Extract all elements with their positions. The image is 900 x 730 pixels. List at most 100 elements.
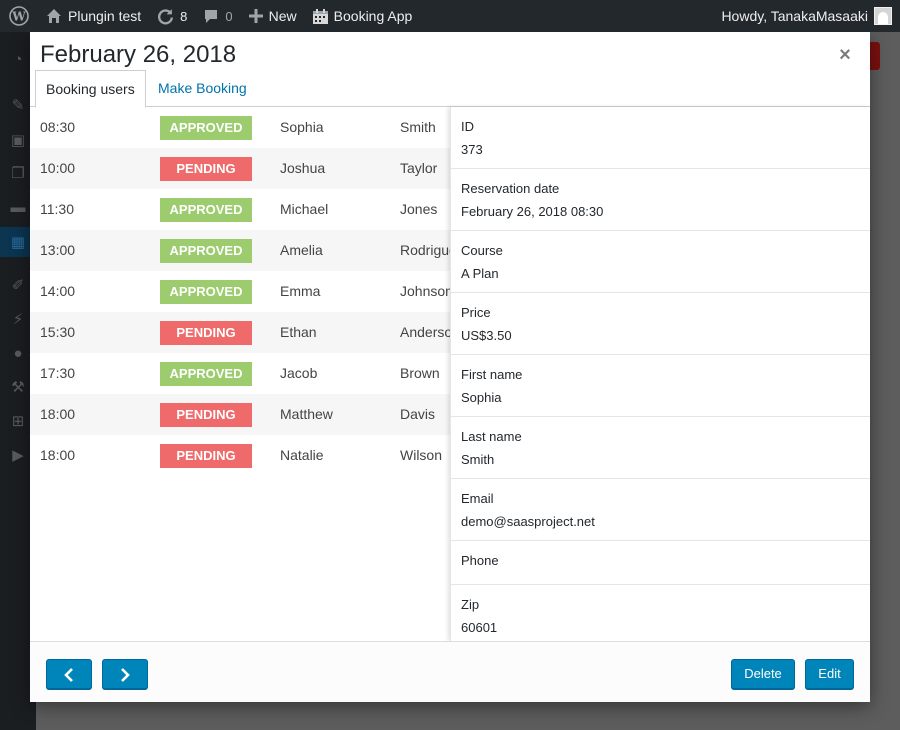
users-icon: ●	[13, 344, 23, 362]
tools-icon: ⚒	[11, 379, 25, 396]
booking-row[interactable]: 18:00 PENDING Matthew Davis	[30, 394, 450, 435]
first-name: Emma	[280, 283, 321, 299]
plus-icon	[248, 9, 263, 23]
calendar-icon	[312, 8, 328, 24]
first-name: Joshua	[280, 160, 326, 176]
last-name: Wilson	[400, 447, 443, 463]
avatar	[874, 7, 892, 25]
status-badge: APPROVED	[160, 198, 252, 222]
last-name: Johnson	[400, 283, 450, 299]
booking-row[interactable]: 17:30 APPROVED Jacob Brown	[30, 353, 450, 394]
comments-link[interactable]: 0	[195, 0, 240, 32]
new-label: New	[268, 8, 297, 24]
next-button[interactable]	[102, 659, 148, 689]
booking-time: 15:30	[40, 324, 76, 340]
dashboard-icon: ◔	[13, 50, 23, 68]
booking-row[interactable]: 13:00 APPROVED Amelia Rodriguez	[30, 230, 450, 271]
booking-row[interactable]: 08:30 APPROVED Sophia Smith	[30, 107, 450, 148]
detail-label: Zip	[461, 597, 480, 612]
detail-field: Last name Smith	[451, 417, 870, 479]
detail-value: Sophia	[461, 390, 502, 405]
booking-row[interactable]: 18:00 PENDING Natalie Wilson	[30, 435, 450, 476]
booking-time: 17:30	[40, 365, 76, 381]
updates-link[interactable]: 8	[149, 0, 195, 32]
settings-icon: ⊞	[11, 413, 25, 430]
last-name: Anderson	[400, 324, 450, 340]
detail-label: First name	[461, 367, 523, 382]
media-icon: ▣	[10, 132, 26, 149]
first-name: Matthew	[280, 406, 333, 422]
detail-value: US$3.50	[461, 328, 512, 343]
first-name: Ethan	[280, 324, 317, 340]
booking-time: 18:00	[40, 406, 76, 422]
site-name-link[interactable]: Plungin test	[38, 0, 149, 32]
plugins-icon: ⚡	[12, 311, 24, 328]
comment-icon	[203, 8, 219, 24]
detail-field: Zip 60601	[451, 585, 870, 641]
delete-button[interactable]: Delete	[731, 659, 795, 689]
detail-value: 373	[461, 142, 483, 157]
status-badge: PENDING	[160, 321, 252, 345]
play-icon: ▶	[12, 447, 24, 464]
detail-label: Price	[461, 305, 491, 320]
booking-details: ID 373 Reservation date February 26, 2018 0…	[450, 107, 870, 641]
booking-list: 08:30 APPROVED Sophia Smith 10:00 PENDING Josh…	[30, 107, 450, 641]
booking-time: 18:00	[40, 447, 76, 463]
home-icon	[46, 8, 62, 24]
detail-field: Price US$3.50	[451, 293, 870, 355]
account-menu[interactable]: Howdy, TanakaMasaaki	[713, 0, 900, 32]
comments-count: 0	[225, 8, 233, 24]
edit-button[interactable]: Edit	[805, 659, 854, 689]
booking-row[interactable]: 10:00 PENDING Joshua Taylor	[30, 148, 450, 189]
booking-row[interactable]: 15:30 PENDING Ethan Anderson	[30, 312, 450, 353]
last-name: Rodriguez	[400, 242, 450, 258]
first-name: Natalie	[280, 447, 324, 463]
tab-make-booking[interactable]: Make Booking	[148, 70, 257, 108]
booking-row[interactable]: 14:00 APPROVED Emma Johnson	[30, 271, 450, 312]
booking-modal: February 26, 2018 × Booking users Make B…	[30, 32, 870, 702]
admin-bar: W Plungin test 8 0 New Booking App Howdy…	[0, 0, 900, 32]
status-badge: APPROVED	[160, 239, 252, 263]
booking-time: 14:00	[40, 283, 76, 299]
tab-booking-users[interactable]: Booking users	[35, 70, 146, 108]
booking-time: 13:00	[40, 242, 76, 258]
detail-value: A Plan	[461, 266, 499, 281]
detail-label: Course	[461, 243, 503, 258]
booking-app-link[interactable]: Booking App	[305, 0, 421, 32]
last-name: Brown	[400, 365, 440, 381]
close-icon[interactable]: ×	[836, 45, 854, 65]
modal-title: February 26, 2018	[40, 41, 237, 68]
modal-footer: Delete Edit	[30, 641, 870, 702]
detail-field: Course A Plan	[451, 231, 870, 293]
detail-label: Phone	[461, 553, 499, 568]
site-name: Plungin test	[68, 8, 142, 24]
comments-icon: ▬	[10, 198, 26, 216]
detail-value: Smith	[461, 452, 495, 467]
calendar-icon: ▦	[10, 234, 26, 251]
updates-count: 8	[180, 8, 188, 24]
booking-row[interactable]: 11:30 APPROVED Michael Jones	[30, 189, 450, 230]
svg-text:W: W	[11, 10, 26, 24]
chevron-right-icon	[121, 668, 130, 682]
last-name: Davis	[400, 406, 436, 422]
pages-icon: ❐	[11, 165, 25, 182]
booking-time: 10:00	[40, 160, 76, 176]
wordpress-logo-button[interactable]: W	[0, 0, 38, 32]
wordpress-icon: W	[9, 6, 29, 26]
last-name: Taylor	[400, 160, 438, 176]
detail-field: First name Sophia	[451, 355, 870, 417]
booking-app-label: Booking App	[333, 8, 413, 24]
detail-field: Phone	[451, 541, 870, 585]
booking-time: 08:30	[40, 119, 76, 135]
status-badge: PENDING	[160, 403, 252, 427]
detail-field: Email demo@saasproject.net	[451, 479, 870, 541]
new-content-link[interactable]: New	[241, 0, 305, 32]
first-name: Jacob	[280, 365, 318, 381]
status-badge: APPROVED	[160, 116, 252, 140]
detail-value: 60601	[461, 620, 498, 635]
status-badge: APPROVED	[160, 280, 252, 304]
detail-value: demo@saasproject.net	[461, 514, 595, 529]
prev-button[interactable]	[46, 659, 92, 689]
detail-label: Email	[461, 491, 494, 506]
status-badge: APPROVED	[160, 362, 252, 386]
